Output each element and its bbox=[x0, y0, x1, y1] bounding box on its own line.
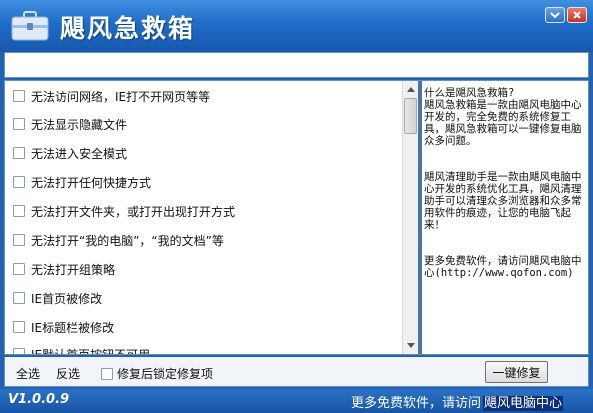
promo-text: 更多免费软件，请访问 飓风电脑中心 bbox=[351, 392, 564, 411]
info-paragraph-2: 飓风清理助手是一款由飓风电脑中心开发的系统优化工具，飓风清理助手可以清理众多浏览… bbox=[424, 171, 582, 231]
repair-item-label: 无法打开“我的电脑”，“我的文档”等 bbox=[31, 233, 224, 248]
repair-item-label: IE标题栏被修改 bbox=[31, 320, 115, 335]
repair-item[interactable]: 无法打开文件夹，或打开出现打开方式 bbox=[13, 202, 235, 220]
repair-item-label: 无法访问网络，IE打不开网页等等 bbox=[31, 89, 211, 104]
repair-item-list[interactable]: 无法访问网络，IE打不开网页等等 无法显示隐藏文件 无法进入安全模式无法打开任何快捷… bbox=[5, 81, 402, 354]
website-link[interactable]: 飓风电脑中心 bbox=[483, 396, 564, 411]
repair-item-checkbox[interactable] bbox=[13, 90, 25, 102]
repair-item-checkbox[interactable] bbox=[13, 118, 25, 130]
repair-item-checkbox[interactable] bbox=[13, 292, 25, 304]
title-bar: 飓风急救箱 bbox=[0, 0, 593, 52]
main-panel: 无法访问网络，IE打不开网页等等 无法显示隐藏文件 无法进入安全模式无法打开任何快捷… bbox=[4, 80, 589, 355]
repair-item[interactable]: IE首页被修改 bbox=[13, 289, 102, 307]
arrow-down-icon bbox=[406, 343, 415, 348]
repair-item[interactable]: 无法显示隐藏文件 bbox=[13, 115, 127, 133]
app-title: 飓风急救箱 bbox=[60, 14, 196, 43]
promo-label: 更多免费软件，请访问 bbox=[351, 396, 482, 411]
info-paragraph-3: 更多免费软件，请访问飓风电脑中心(http://www.qofon.com) bbox=[424, 255, 582, 279]
minimize-icon bbox=[550, 12, 560, 19]
repair-item[interactable]: IE默认首页按钮不可用 bbox=[13, 345, 150, 354]
one-click-repair-button[interactable]: 一键修复 bbox=[485, 361, 548, 383]
list-scrollbar[interactable] bbox=[402, 81, 418, 354]
repair-item-checkbox[interactable] bbox=[13, 321, 25, 333]
repair-item[interactable]: IE标题栏被修改 bbox=[13, 318, 114, 336]
repair-item-label: IE默认首页按钮不可用 bbox=[31, 346, 150, 355]
info-paragraph-1: 飓风急救箱是一款由飓风电脑中心开发的，完全免费的系统修复工具，飓风急救箱可以一键… bbox=[424, 99, 582, 147]
toolbox-icon bbox=[11, 11, 49, 41]
repair-item-checkbox[interactable] bbox=[13, 205, 25, 217]
repair-item-checkbox[interactable] bbox=[13, 176, 25, 188]
repair-item-label: 无法进入安全模式 bbox=[31, 146, 128, 161]
select-all-link[interactable]: 全选 bbox=[16, 365, 40, 382]
header-strip bbox=[4, 52, 589, 78]
close-button[interactable] bbox=[567, 7, 587, 23]
repair-item[interactable]: 无法进入安全模式 bbox=[13, 144, 127, 162]
status-bar: V1.0.0.9 更多免费软件，请访问 飓风电脑中心 bbox=[0, 389, 593, 413]
invert-selection-link[interactable]: 反选 bbox=[56, 365, 80, 382]
info-pane: 什么是飓风急救箱? 飓风急救箱是一款由飓风电脑中心开发的，完全免费的系统修复工具… bbox=[424, 87, 586, 352]
scroll-up-button[interactable] bbox=[403, 81, 418, 97]
repair-item[interactable]: 无法打开任何快捷方式 bbox=[13, 173, 151, 191]
scroll-thumb[interactable] bbox=[404, 98, 417, 134]
scroll-down-button[interactable] bbox=[403, 338, 418, 354]
lock-after-repair-option[interactable]: 修复后锁定修复项 bbox=[101, 365, 213, 382]
repair-item-label: 无法打开任何快捷方式 bbox=[31, 175, 152, 190]
repair-item-checkbox[interactable] bbox=[13, 147, 25, 159]
arrow-up-icon bbox=[406, 87, 415, 92]
repair-item-checkbox[interactable] bbox=[13, 263, 25, 275]
lock-after-repair-checkbox[interactable] bbox=[101, 367, 113, 380]
repair-item-label: 无法打开文件夹，或打开出现打开方式 bbox=[31, 204, 236, 219]
close-icon bbox=[573, 11, 581, 19]
repair-item[interactable]: 无法访问网络，IE打不开网页等等 bbox=[13, 87, 210, 105]
repair-item-label: 无法显示隐藏文件 bbox=[31, 117, 128, 132]
repair-item-label: IE首页被修改 bbox=[31, 291, 103, 306]
lock-after-repair-label: 修复后锁定修复项 bbox=[117, 367, 214, 381]
repair-item-label: 无法打开组策略 bbox=[31, 262, 116, 277]
repair-item-checkbox[interactable] bbox=[13, 234, 25, 246]
version-label: V1.0.0.9 bbox=[8, 392, 70, 407]
action-bar: 全选 反选 修复后锁定修复项 一键修复 bbox=[4, 357, 589, 387]
repair-item[interactable]: 无法打开“我的电脑”，“我的文档”等 bbox=[13, 231, 224, 249]
pane-divider bbox=[418, 81, 422, 354]
info-heading: 什么是飓风急救箱? bbox=[424, 87, 515, 99]
repair-item-checkbox[interactable] bbox=[13, 348, 25, 354]
repair-item[interactable]: 无法打开组策略 bbox=[13, 260, 115, 278]
minimize-button[interactable] bbox=[545, 7, 565, 23]
